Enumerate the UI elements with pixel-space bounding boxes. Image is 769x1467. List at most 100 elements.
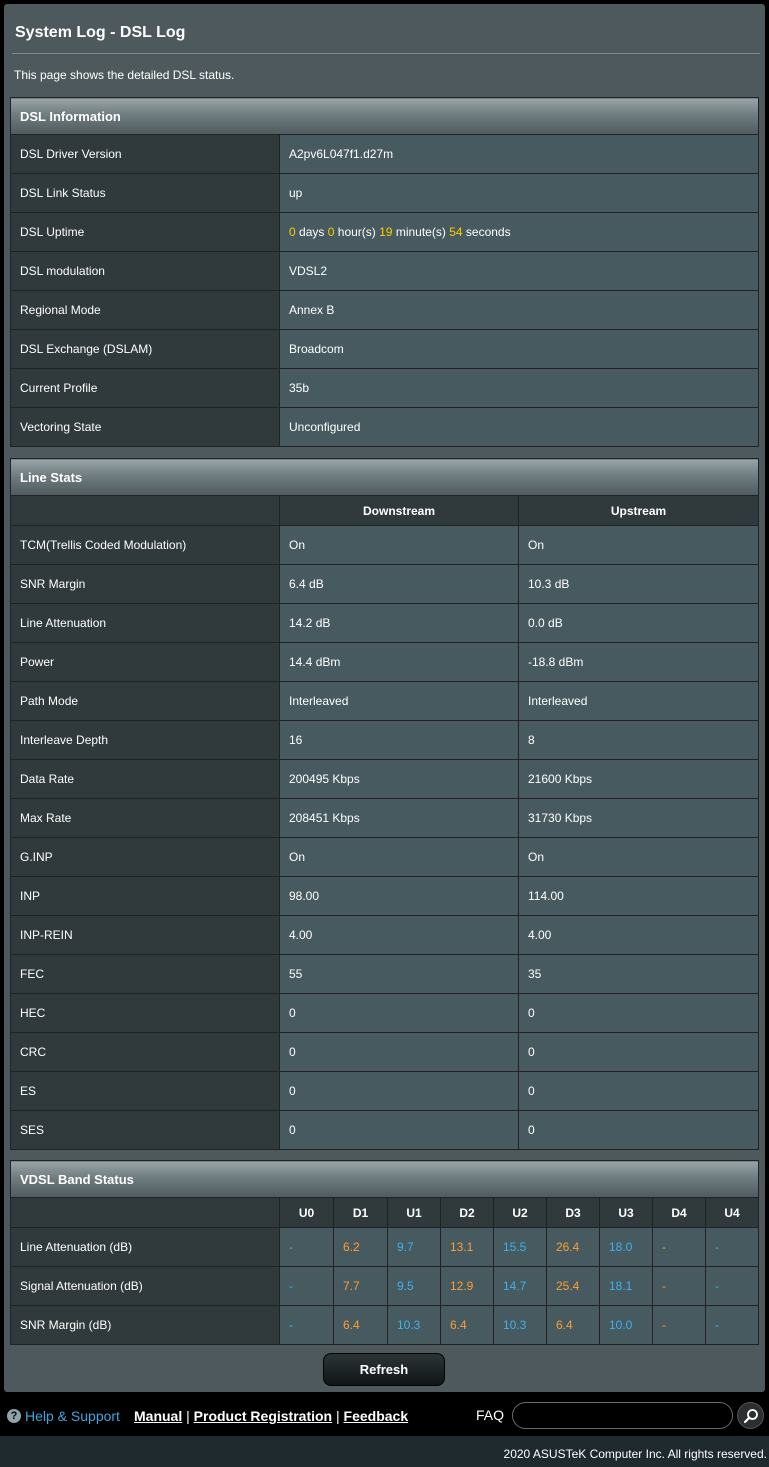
table-row: Interleave Depth 16 8 [10,720,760,760]
stat-downstream-value: 0 [279,993,519,1033]
band-value-cell: - [704,1227,760,1267]
band-value-cell: 9.7 [387,1227,441,1267]
stat-downstream-value: 4.00 [279,915,519,955]
stat-downstream-value: 0 [279,1110,519,1150]
band-value-cell: - [279,1227,334,1267]
line-stats-header: Line Stats [9,458,760,496]
stat-label: SNR Margin [10,564,280,604]
stat-upstream-value: 10.3 dB [517,564,760,604]
stat-label: Path Mode [10,681,280,721]
band-value-cell: 6.4 [333,1305,388,1345]
table-row: Line Attenuation (dB) -6.2 9.7 13.1 15.5 26.4… [10,1227,760,1267]
uptime-days-unit: days [299,225,325,239]
downstream-column-header: Downstream [279,495,519,526]
band-column-header: D3 [546,1197,600,1228]
uptime-hours: 0 [327,225,335,239]
stat-label: Data Rate [10,759,280,799]
feedback-link[interactable]: Feedback [344,1408,409,1424]
band-value-cell: - [704,1305,760,1345]
table-row: SES 0 0 [10,1110,760,1150]
band-value-cell: 10.3 [493,1305,547,1345]
stat-label: SES [10,1110,280,1150]
product-registration-link[interactable]: Product Registration [194,1408,332,1424]
band-value-cell: 9.5 [387,1266,441,1306]
band-column-header: U1 [387,1197,441,1228]
table-row: DSL Driver Version A2pv6L047f1.d27m [10,134,759,174]
band-value-cell: 25.4 [546,1266,600,1306]
stat-upstream-value: 0 [517,1110,760,1150]
band-corner [10,1197,280,1228]
stat-label: Max Rate [10,798,280,838]
uptime-seconds: 54 [449,225,463,239]
table-row: Line Attenuation 14.2 dB 0.0 dB [10,603,760,643]
stat-upstream-value: 35 [517,954,760,994]
help-icon[interactable]: ? [7,1409,21,1423]
vdsl-band-status-header: VDSL Band Status [9,1160,760,1198]
faq-search-button[interactable] [737,1402,764,1429]
content-panel: System Log - DSL Log This page shows the… [4,4,765,1392]
band-row-label: Signal Attenuation (dB) [10,1266,280,1306]
stat-label: INP-REIN [10,915,280,955]
stat-upstream-value: 8 [517,720,760,760]
table-row: DSL Link Status up [10,173,759,213]
stat-upstream-value: 0 [517,1032,760,1072]
copyright-text: 2020 ASUSTeK Computer Inc. All rights re… [503,1447,767,1461]
stat-label: CRC [10,1032,280,1072]
table-row: CRC 0 0 [10,1032,760,1072]
stat-downstream-value: 0 [279,1071,519,1111]
uptime-label: DSL Uptime [10,212,280,252]
vectoring-label: Vectoring State [10,407,280,447]
band-value-cell: 18.1 [599,1266,653,1306]
stat-upstream-value: 0.0 dB [517,603,760,643]
link-status-label: DSL Link Status [10,173,280,213]
band-column-header: U2 [493,1197,547,1228]
stat-downstream-value: 208451 Kbps [279,798,519,838]
stat-label: Interleave Depth [10,720,280,760]
link-separator: | [336,1408,340,1424]
stat-downstream-value: 6.4 dB [279,564,519,604]
stat-label: HEC [10,993,280,1033]
regional-mode-value: Annex B [279,290,759,330]
table-row: DSL modulation VDSL2 [10,251,759,291]
table-row: Data Rate 200495 Kbps 21600 Kbps [10,759,760,799]
faq-search-input[interactable] [512,1402,733,1429]
table-row: INP-REIN 4.00 4.00 [10,915,760,955]
modulation-label: DSL modulation [10,251,280,291]
table-row: FEC 55 35 [10,954,760,994]
stat-upstream-value: 4.00 [517,915,760,955]
stat-label: Power [10,642,280,682]
band-row-label: SNR Margin (dB) [10,1305,280,1345]
manual-link[interactable]: Manual [134,1408,182,1424]
stat-downstream-value: On [279,525,519,565]
table-row: TCM(Trellis Coded Modulation) On On [10,525,760,565]
band-value-cell: 26.4 [546,1227,600,1267]
exchange-label: DSL Exchange (DSLAM) [10,329,280,369]
uptime-days: 0 [289,225,296,239]
help-support-label[interactable]: Help & Support [25,1408,120,1424]
link-separator: | [186,1408,190,1424]
stat-upstream-value: On [517,837,760,877]
band-value-cell: 10.0 [599,1305,653,1345]
band-value-cell: 15.5 [493,1227,547,1267]
copyright-bar: 2020 ASUSTeK Computer Inc. All rights re… [0,1436,769,1467]
stat-downstream-value: 200495 Kbps [279,759,519,799]
uptime-minutes: 19 [379,225,393,239]
uptime-value: 0 days 0 hour(s) 19 minute(s) 54 seconds [279,212,759,252]
refresh-button[interactable]: Refresh [323,1353,445,1386]
profile-value: 35b [279,368,759,408]
title-divider [12,53,760,54]
band-column-header: D4 [652,1197,706,1228]
stat-downstream-value: Interleaved [279,681,519,721]
stat-downstream-value: 16 [279,720,519,760]
modulation-value: VDSL2 [279,251,759,291]
table-row: SNR Margin (dB) -6.4 10.3 6.4 10.3 6.4 10.0- - [10,1305,760,1345]
stat-upstream-value: 114.00 [517,876,760,916]
band-column-header: U3 [599,1197,653,1228]
stat-upstream-value: 21600 Kbps [517,759,760,799]
driver-version-value: A2pv6L047f1.d27m [279,134,759,174]
vdsl-band-status-table: VDSL Band Status U0 D1 U1 D2 U2 D3 U3 D4 U4 Line… [9,1160,760,1345]
band-value-cell: 13.1 [440,1227,494,1267]
band-column-header: D2 [440,1197,494,1228]
table-row: HEC 0 0 [10,993,760,1033]
stat-upstream-value: On [517,525,760,565]
